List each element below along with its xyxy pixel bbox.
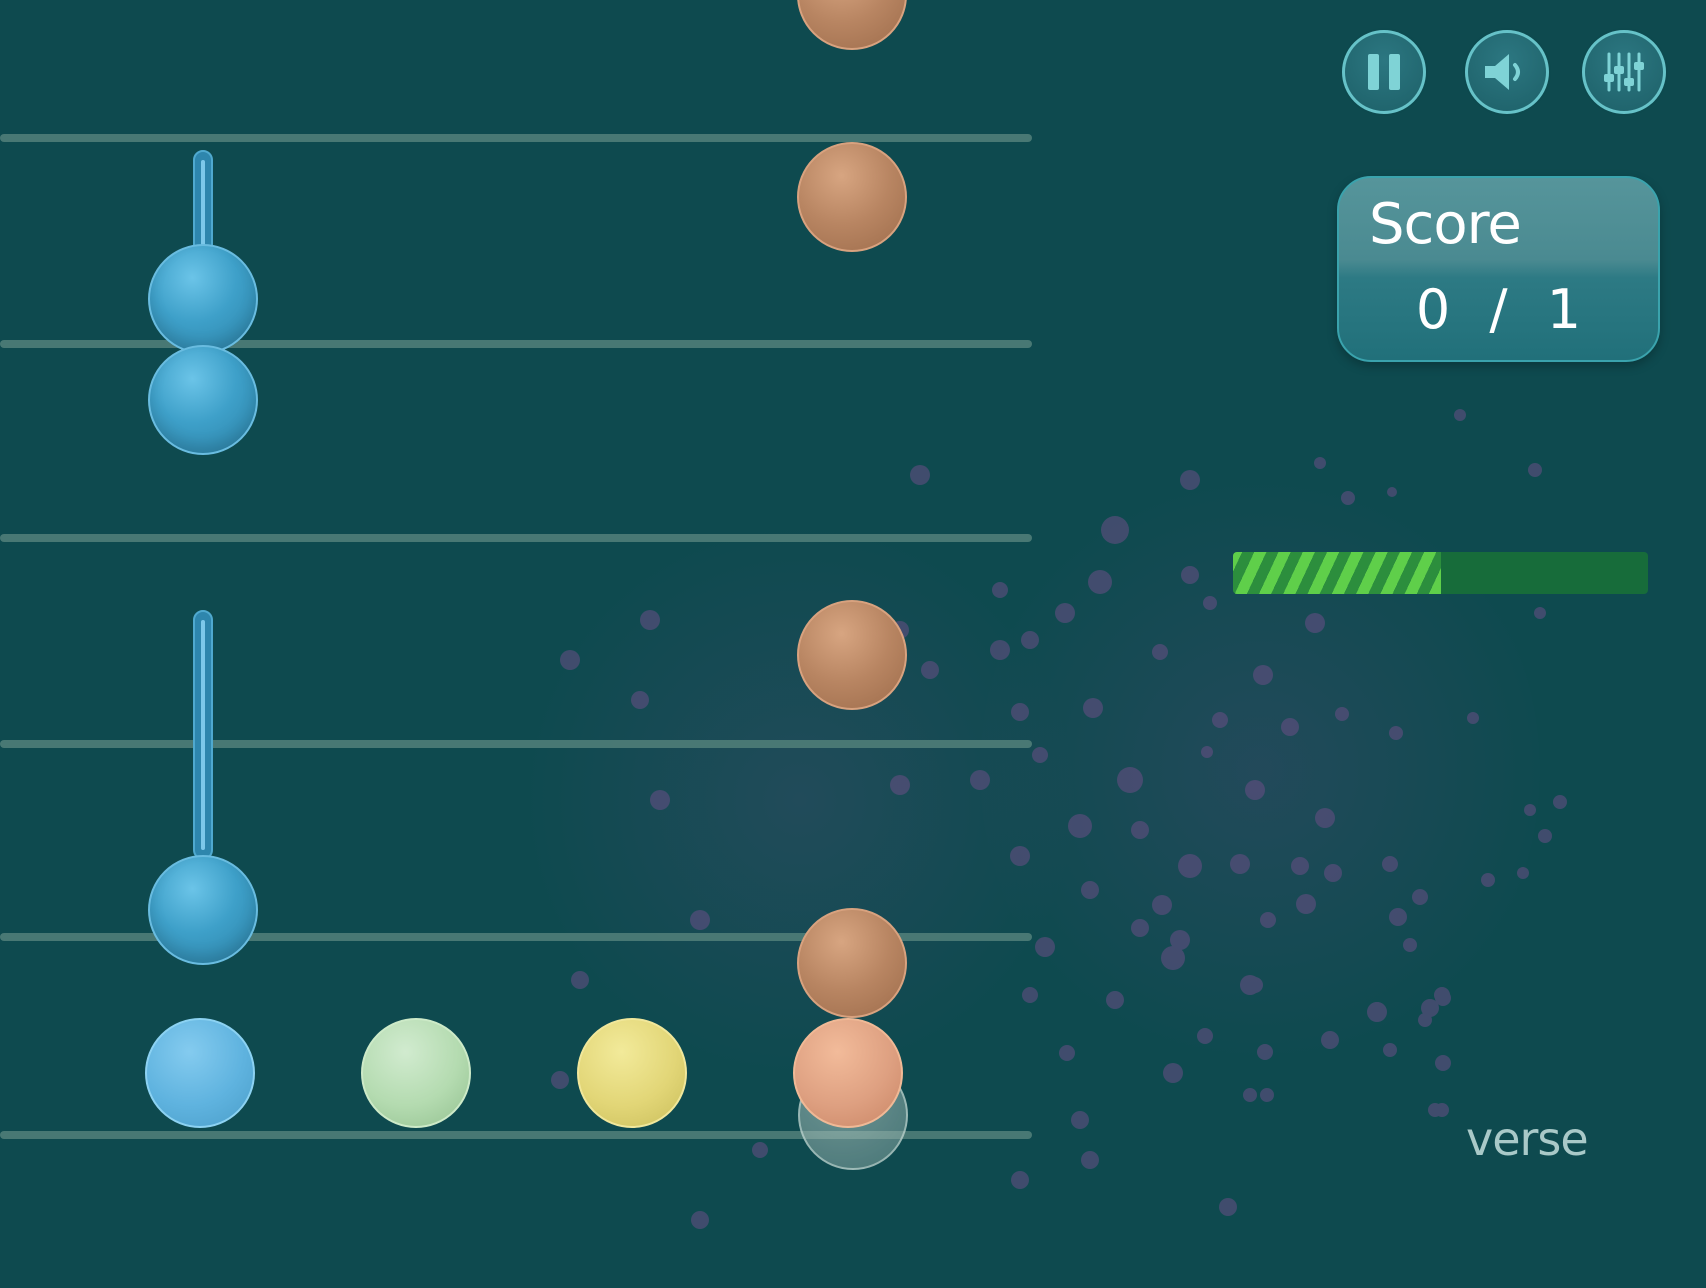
falling-note-brown bbox=[797, 142, 907, 252]
falling-note-brown bbox=[797, 908, 907, 1018]
settings-button[interactable] bbox=[1582, 30, 1666, 114]
score-panel: Score 0 / 1 bbox=[1337, 176, 1660, 362]
pause-icon bbox=[1368, 54, 1400, 90]
falling-note-blue bbox=[148, 345, 258, 455]
sliders-icon bbox=[1604, 52, 1644, 92]
target-button-green[interactable] bbox=[361, 1018, 471, 1128]
falling-note-blue bbox=[148, 244, 258, 354]
pause-button[interactable] bbox=[1342, 30, 1426, 114]
song-progress-bar bbox=[1233, 552, 1648, 594]
lane-line bbox=[0, 340, 1032, 348]
target-button-peach[interactable] bbox=[793, 1018, 903, 1128]
target-button-yellow[interactable] bbox=[577, 1018, 687, 1128]
falling-note-blue bbox=[148, 855, 258, 965]
score-value: 0 / 1 bbox=[1415, 278, 1582, 341]
lane-line bbox=[0, 740, 1032, 748]
song-progress-fill bbox=[1233, 552, 1441, 594]
sound-button[interactable] bbox=[1465, 30, 1549, 114]
note-sustain-stem bbox=[193, 610, 213, 860]
falling-note-brown bbox=[797, 600, 907, 710]
game-stage[interactable]: Score 0 / 1 verse bbox=[0, 0, 1706, 1288]
brand-label: verse bbox=[1466, 1112, 1589, 1166]
lane-line bbox=[0, 534, 1032, 542]
score-title: Score bbox=[1369, 192, 1522, 257]
target-button-blue[interactable] bbox=[145, 1018, 255, 1128]
lane-line bbox=[0, 134, 1032, 142]
speaker-icon bbox=[1485, 54, 1520, 90]
